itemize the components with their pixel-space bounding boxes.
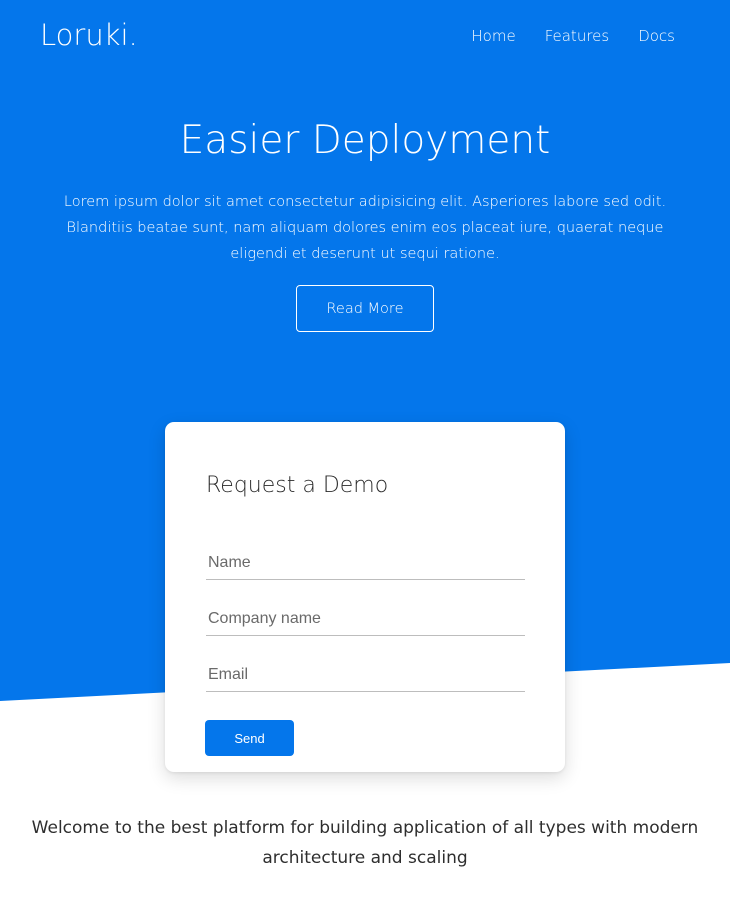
company-name-input[interactable] [206,606,525,636]
send-button[interactable]: Send [205,720,294,756]
name-input[interactable] [206,550,525,580]
welcome-text: Welcome to the best platform for buildin… [31,818,699,868]
nav-docs-link[interactable]: Docs [638,27,675,45]
hero-title: Easier Deployment [179,118,551,163]
email-input[interactable] [206,662,525,692]
request-demo-card: Request a Demo Send [165,422,565,772]
brand-logo[interactable]: Loruki. [40,18,138,52]
read-more-button[interactable]: Read More [296,285,434,332]
main-nav: Home Features Docs [471,27,675,45]
hero-description: Lorem ipsum dolor sit amet consectetur a… [63,194,667,262]
demo-form-title: Request a Demo [206,473,389,498]
landing-page: Loruki. Home Features Docs Easier Deploy… [0,0,730,910]
nav-home-link[interactable]: Home [471,27,515,45]
nav-features-link[interactable]: Features [545,27,610,45]
